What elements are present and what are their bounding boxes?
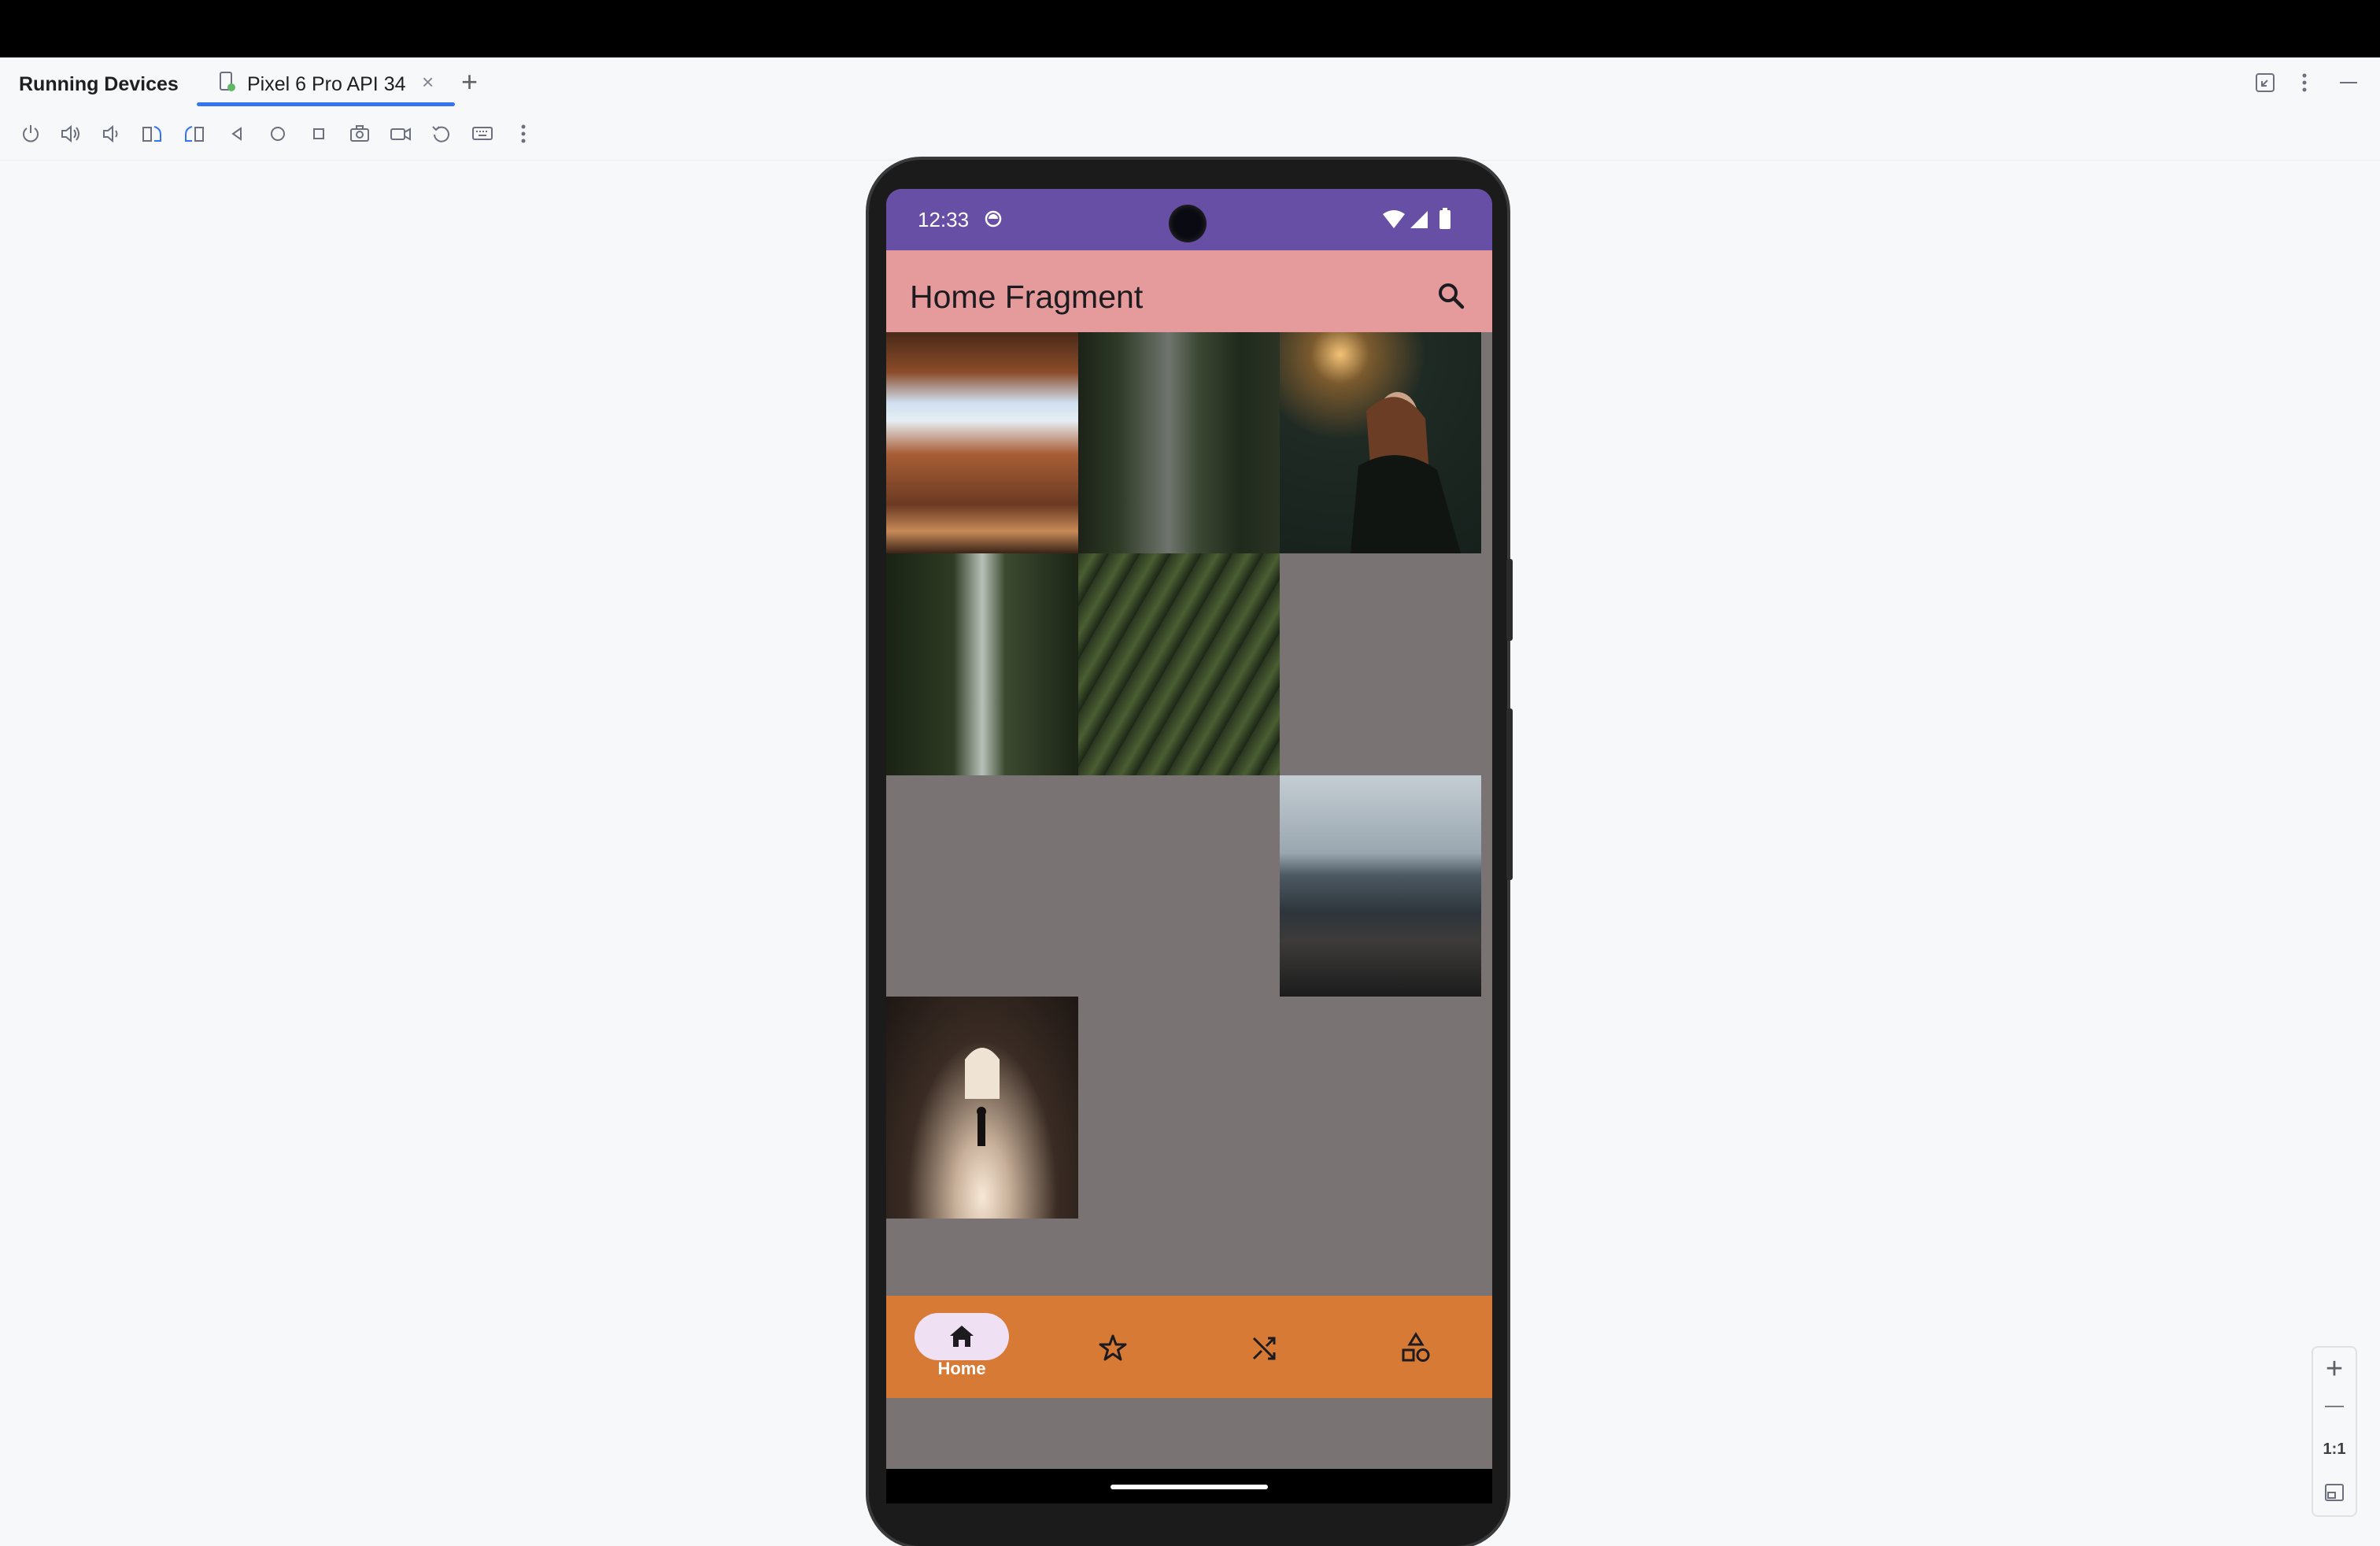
rotate-right-icon[interactable]: [183, 122, 206, 146]
phone-power-button: [1506, 559, 1513, 641]
photo-woman-tunnel[interactable]: [1280, 332, 1481, 553]
window-top-bar: [0, 0, 2380, 57]
close-icon[interactable]: ×: [422, 70, 434, 94]
wifi-icon: [1382, 209, 1406, 234]
back-icon[interactable]: [225, 122, 249, 146]
bottom-navigation: Home: [886, 1296, 1492, 1398]
minimize-icon[interactable]: [2338, 72, 2360, 98]
fit-screen-icon[interactable]: [2323, 1481, 2345, 1507]
battery-icon: [1439, 208, 1451, 234]
power-icon[interactable]: [19, 122, 42, 146]
photo-waterfall[interactable]: [886, 553, 1078, 775]
device-icon: [219, 72, 236, 92]
app-bar: Home Fragment: [886, 250, 1492, 332]
keyboard-icon[interactable]: [471, 122, 494, 146]
nav-item-home[interactable]: Home: [886, 1296, 1037, 1398]
signal-icon: [1409, 209, 1429, 234]
photo-pine-forest[interactable]: [1078, 332, 1280, 553]
photo-rocky-shore[interactable]: [1280, 775, 1481, 997]
zoom-out-button[interactable]: —: [2313, 1395, 2356, 1417]
home-icon: [948, 1324, 975, 1352]
sync-icon: [984, 209, 1003, 232]
device-screen[interactable]: 12:33 Home Fragment Home: [886, 189, 1492, 1503]
photo-sunlit-hallway[interactable]: [886, 997, 1078, 1219]
nav-item-shuffle[interactable]: [1189, 1296, 1340, 1398]
home-indicator[interactable]: [1111, 1485, 1268, 1489]
overview-icon[interactable]: [307, 122, 331, 146]
tool-window-title: Running Devices: [19, 73, 179, 95]
front-camera: [1169, 205, 1207, 242]
phone-volume-button: [1506, 708, 1513, 880]
active-tab-indicator: [197, 102, 455, 106]
tab-label: Pixel 6 Pro API 34: [247, 73, 406, 95]
shapes-icon: [1401, 1332, 1431, 1367]
zoom-actual-size-button[interactable]: 1:1: [2313, 1441, 2356, 1459]
device-toolbar: [0, 108, 2380, 161]
home-button-icon[interactable]: [266, 122, 290, 146]
status-bar: 12:33: [886, 189, 1492, 250]
tool-window-tab-bar: Running Devices Pixel 6 Pro API 34 × +: [0, 57, 2380, 108]
photo-canyon-cave[interactable]: [886, 332, 1078, 553]
shuffle-icon: [1251, 1333, 1279, 1366]
zoom-in-button[interactable]: +: [2313, 1352, 2356, 1386]
zoom-controls: + — 1:1: [2312, 1346, 2357, 1517]
add-tab-button[interactable]: +: [461, 65, 478, 98]
nav-item-favorites[interactable]: [1037, 1296, 1188, 1398]
screenshot-icon[interactable]: [348, 122, 371, 146]
star-icon: [1099, 1333, 1127, 1366]
gesture-bar: [886, 1469, 1492, 1503]
photo-green-leaf[interactable]: [1078, 553, 1280, 775]
restore-window-icon[interactable]: [2254, 72, 2276, 98]
tab-pixel-6-pro[interactable]: Pixel 6 Pro API 34 ×: [197, 57, 456, 108]
status-time: 12:33: [918, 208, 970, 231]
page-title: Home Fragment: [910, 279, 1144, 315]
screen-record-icon[interactable]: [389, 122, 412, 146]
more-icon[interactable]: [512, 122, 535, 146]
more-options-icon[interactable]: [2297, 72, 2312, 98]
nav-item-categories[interactable]: [1341, 1296, 1492, 1398]
volume-down-icon[interactable]: [99, 122, 123, 146]
rotate-left-icon[interactable]: [140, 122, 164, 146]
reset-icon[interactable]: [430, 122, 453, 146]
nav-label-home: Home: [937, 1359, 986, 1378]
search-icon[interactable]: [1436, 280, 1467, 312]
volume-up-icon[interactable]: [58, 122, 82, 146]
